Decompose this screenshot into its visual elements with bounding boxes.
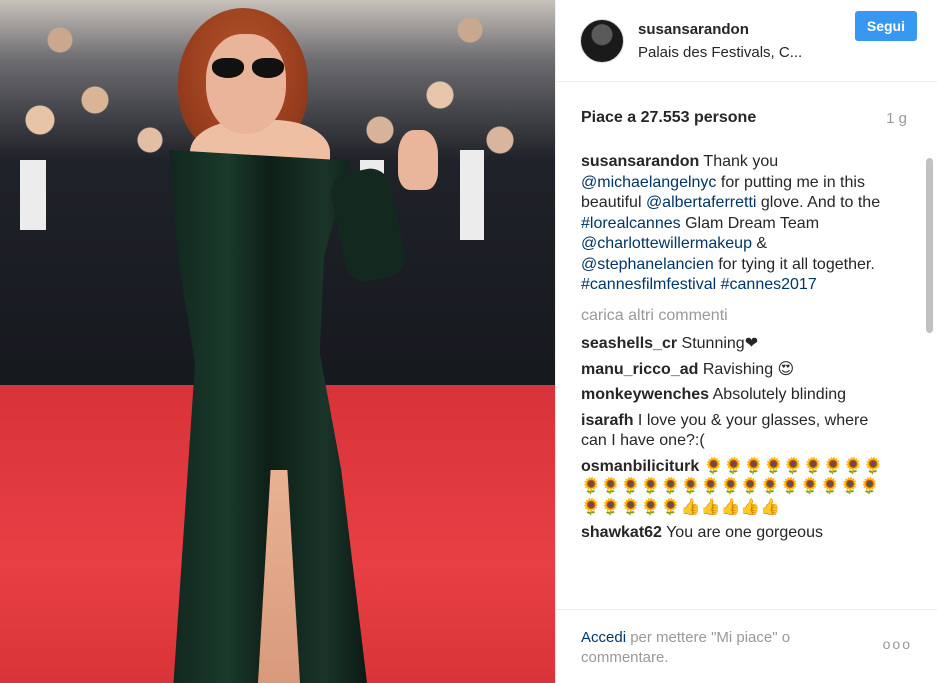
caption-tag-link[interactable]: @charlottewillermakeup <box>581 235 752 252</box>
comment-text: Ravishing 😍 <box>702 360 795 378</box>
comment-item: shawkat62 You are one gorgeous <box>581 523 897 544</box>
comment-item: isarafh I love you & your glasses, where… <box>581 411 897 452</box>
comments-scroll-area[interactable]: susansarandon Thank you @michaelangelnyc… <box>556 154 937 609</box>
caption-tag-link[interactable]: #cannesfilmfestival <box>581 276 716 293</box>
location-link[interactable]: Palais des Festivals, C... <box>638 44 855 61</box>
caption-text: & <box>751 235 768 252</box>
comment-username[interactable]: seashells_cr <box>581 335 677 352</box>
login-prompt: Accedi per mettere "Mi piace" o commenta… <box>581 628 851 668</box>
caption-text: Glam Dream Team <box>680 214 820 232</box>
comment-items: seashells_cr Stunning❤ manu_ricco_ad Ravi… <box>581 334 897 544</box>
caption-username[interactable]: susansarandon <box>581 154 699 170</box>
likes-count[interactable]: Piace a 27.553 persone <box>581 109 756 127</box>
comment-item: seashells_cr Stunning❤ <box>581 334 897 355</box>
post-footer: Accedi per mettere "Mi piace" o commenta… <box>556 609 937 683</box>
comment-item: monkeywenches Absolutely blinding <box>581 385 897 406</box>
owner-info: susansarandon Palais des Festivals, C... <box>638 21 855 61</box>
post-age: 1 g <box>886 109 907 127</box>
caption-tag-link[interactable]: #lorealcannes <box>581 215 681 232</box>
bg-shirt <box>20 160 46 230</box>
owner-username[interactable]: susansarandon <box>638 21 855 38</box>
comments-list: susansarandon Thank you @michaelangelnyc… <box>556 154 937 544</box>
comment-text: You are one gorgeous <box>666 524 823 541</box>
likes-row: Piace a 27.553 persone 1 g <box>556 82 937 154</box>
caption-tag-link[interactable]: @michaelangelnyc <box>581 174 716 191</box>
comment-username[interactable]: isarafh <box>581 412 633 429</box>
comment-text: Stunning❤ <box>681 335 759 352</box>
post-viewer: susansarandon Palais des Festivals, C...… <box>0 0 937 683</box>
comment-username[interactable]: manu_ricco_ad <box>581 361 698 378</box>
avatar[interactable] <box>580 18 624 63</box>
caption-text: for tying it all together. <box>713 255 875 273</box>
scrollbar[interactable] <box>926 158 933 333</box>
comment-username[interactable]: shawkat62 <box>581 524 662 541</box>
comment-text: Absolutely blinding <box>712 386 847 403</box>
comment-username[interactable]: monkeywenches <box>581 386 709 403</box>
sunglasses <box>212 58 288 80</box>
comment-username[interactable]: osmanbiliciturk <box>581 458 699 475</box>
side-panel: susansarandon Palais des Festivals, C...… <box>555 0 937 683</box>
caption-tag-link[interactable]: @albertaferretti <box>646 194 757 211</box>
load-more-comments[interactable]: carica altri commenti <box>581 306 897 327</box>
comment-item: manu_ricco_ad Ravishing 😍 <box>581 360 897 381</box>
bg-shirt <box>460 150 484 240</box>
caption-tag-link[interactable]: #cannes2017 <box>721 276 817 293</box>
caption-text: glove. And to the <box>756 194 881 211</box>
post-header: susansarandon Palais des Festivals, C...… <box>556 0 937 82</box>
caption: susansarandon Thank you @michaelangelnyc… <box>581 154 897 296</box>
login-link[interactable]: Accedi <box>581 629 626 646</box>
comment-item: osmanbiliciturk 🌻🌻🌻🌻🌻🌻🌻🌻🌻🌻🌻🌻🌻🌻🌻🌻🌻🌻🌻🌻🌻🌻🌻🌻… <box>581 457 897 519</box>
follow-button[interactable]: Segui <box>854 10 917 41</box>
figure-face <box>206 34 286 134</box>
thumbs-up-hand <box>398 130 438 190</box>
more-options-icon[interactable]: ooo <box>883 634 912 654</box>
caption-tag-link[interactable]: @stephanelancien <box>581 256 714 273</box>
caption-text: Thank you <box>703 154 779 170</box>
post-photo[interactable] <box>0 0 555 683</box>
